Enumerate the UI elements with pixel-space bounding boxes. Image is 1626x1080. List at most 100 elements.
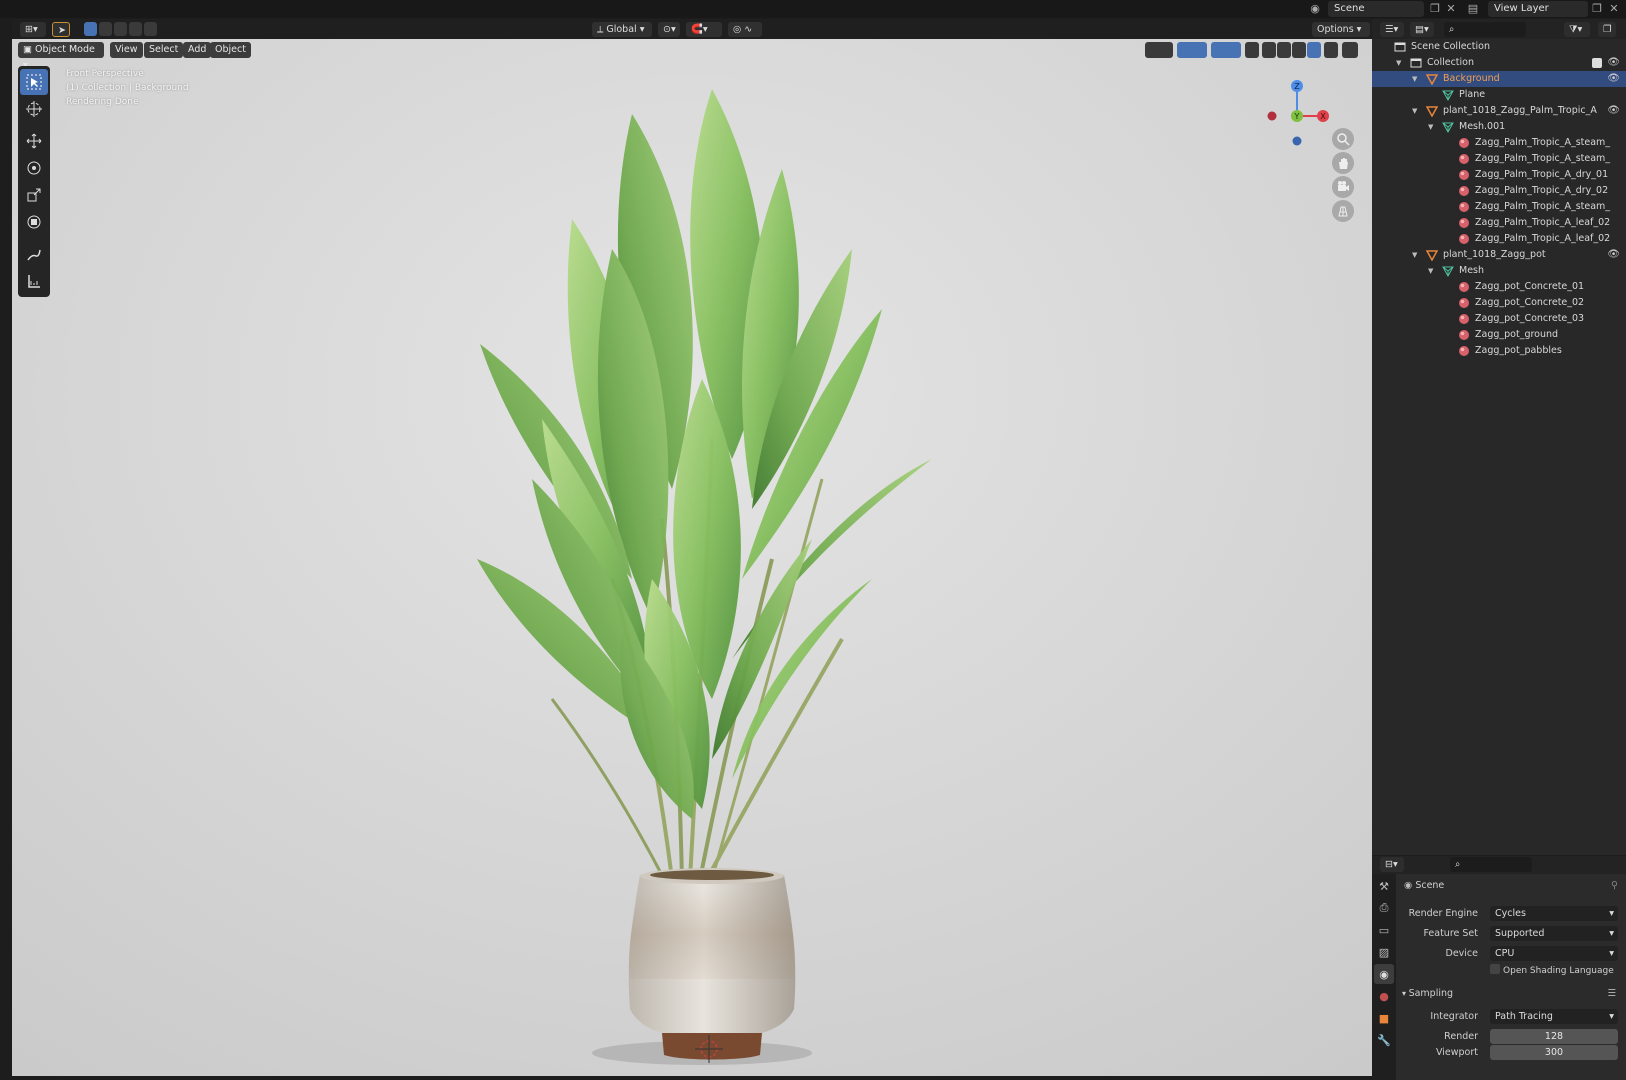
eye-icon[interactable]: 👁: [1607, 71, 1620, 87]
snap-icon[interactable]: 🧲▾: [686, 22, 722, 37]
outliner-row[interactable]: Zagg_Palm_Tropic_A_dry_02: [1372, 183, 1626, 199]
outliner-row[interactable]: Zagg_Palm_Tropic_A_steam_: [1372, 135, 1626, 151]
device-dropdown[interactable]: CPU ▾: [1490, 946, 1618, 961]
gizmo-neg-x-axis[interactable]: [1267, 111, 1277, 121]
render-engine-dropdown[interactable]: Cycles ▾: [1490, 906, 1618, 921]
transform-orientation-dropdown[interactable]: ⟂ Global ▾: [592, 22, 652, 37]
outliner-row[interactable]: Scene Collection: [1372, 39, 1626, 55]
shading-material-icon[interactable]: [1292, 42, 1306, 58]
outliner-editor-type-icon[interactable]: ☰▾: [1380, 22, 1404, 37]
expand-arrow-icon[interactable]: ▼: [1412, 247, 1417, 263]
scene-selector[interactable]: Scene: [1328, 1, 1424, 17]
xray-toggle-icon[interactable]: [1245, 42, 1259, 58]
outliner-row[interactable]: Zagg_pot_Concrete_03: [1372, 311, 1626, 327]
gizmo-toggle-icon[interactable]: [1177, 42, 1207, 58]
select-mode-invert-icon[interactable]: [129, 22, 142, 36]
expand-arrow-icon[interactable]: ▼: [1396, 55, 1401, 71]
pan-hand-icon[interactable]: [1332, 152, 1354, 174]
delete-scene-icon[interactable]: ✕: [1444, 2, 1458, 16]
osl-checkbox[interactable]: [1490, 964, 1500, 974]
outliner-row[interactable]: Zagg_Palm_Tropic_A_steam_: [1372, 151, 1626, 167]
select-tool-icon[interactable]: ➤: [52, 22, 70, 37]
tool-annotate[interactable]: [20, 241, 48, 267]
outliner-row[interactable]: ▼ Background 👁: [1372, 71, 1626, 87]
options-dropdown[interactable]: Options ▾: [1312, 22, 1370, 37]
outliner-row[interactable]: Zagg_Palm_Tropic_A_steam_: [1372, 199, 1626, 215]
outliner-row[interactable]: ▼ plant_1018_Zagg_pot 👁: [1372, 247, 1626, 263]
zoom-icon[interactable]: [1332, 128, 1354, 150]
tool-move[interactable]: [20, 128, 48, 154]
sampling-panel-header[interactable]: ▾ Sampling ☰: [1402, 986, 1622, 1002]
expand-arrow-icon[interactable]: ▼: [1428, 119, 1433, 135]
feature-set-dropdown[interactable]: Supported ▾: [1490, 926, 1618, 941]
menu-add[interactable]: Add: [183, 42, 212, 58]
pause-render-icon[interactable]: [1342, 42, 1358, 58]
new-scene-icon[interactable]: ❐: [1428, 2, 1442, 16]
outliner-search-input[interactable]: ⌕: [1444, 22, 1526, 37]
presets-list-icon[interactable]: ☰: [1607, 986, 1616, 1002]
tab-tool[interactable]: ⚒: [1374, 876, 1394, 896]
tool-cursor[interactable]: [20, 96, 48, 122]
outliner-row[interactable]: Zagg_pot_ground: [1372, 327, 1626, 343]
tab-scene[interactable]: ◉: [1374, 964, 1394, 984]
select-mode-new-icon[interactable]: [84, 22, 97, 36]
perspective-toggle-icon[interactable]: [1332, 200, 1354, 222]
viewport-samples-field[interactable]: 300: [1490, 1045, 1618, 1060]
menu-object[interactable]: Object: [210, 42, 251, 58]
proportional-edit-icon[interactable]: ◎ ∿: [728, 22, 762, 37]
outliner-row[interactable]: Zagg_pot_pabbles: [1372, 343, 1626, 359]
exclude-checkbox[interactable]: [1592, 58, 1602, 68]
outliner-row[interactable]: ▼ plant_1018_Zagg_Palm_Tropic_A 👁: [1372, 103, 1626, 119]
shading-wireframe-icon[interactable]: [1262, 42, 1276, 58]
navigation-gizmo[interactable]: Z X Y: [1262, 66, 1332, 146]
expand-arrow-icon[interactable]: ▼: [1428, 263, 1433, 279]
new-view-layer-icon[interactable]: ❐: [1590, 2, 1604, 16]
outliner-row[interactable]: Zagg_Palm_Tropic_A_dry_01: [1372, 167, 1626, 183]
eye-icon[interactable]: 👁: [1607, 247, 1620, 263]
select-mode-subtract-icon[interactable]: [114, 22, 127, 36]
shading-options-icon[interactable]: [1324, 42, 1338, 58]
render-samples-field[interactable]: 128: [1490, 1029, 1618, 1044]
view-layer-selector[interactable]: View Layer: [1488, 1, 1588, 17]
delete-view-layer-icon[interactable]: ✕: [1607, 2, 1621, 16]
menu-select[interactable]: Select: [144, 42, 184, 58]
tool-transform[interactable]: [20, 209, 48, 235]
expand-arrow-icon[interactable]: ▼: [1412, 71, 1417, 87]
tab-world[interactable]: ●: [1374, 986, 1394, 1006]
tool-rotate[interactable]: [20, 155, 48, 181]
select-mode-extend-icon[interactable]: [99, 22, 112, 36]
pin-icon[interactable]: ⚲: [1611, 878, 1618, 894]
overlay-toggle-icon[interactable]: [1211, 42, 1241, 58]
select-mode-intersect-icon[interactable]: [144, 22, 157, 36]
new-collection-icon[interactable]: ❐: [1598, 22, 1616, 37]
outliner-row[interactable]: ▼ Mesh.001: [1372, 119, 1626, 135]
3d-viewport[interactable]: ⊞▾ ➤ ⟂ Global ▾ ⊙▾ 🧲▾ ◎ ∿ Options ▾ ▣ Ob…: [12, 19, 1372, 1076]
pivot-point-icon[interactable]: ⊙▾: [658, 22, 680, 37]
display-mode-icon[interactable]: ▤▾: [1410, 22, 1434, 37]
shading-solid-icon[interactable]: [1277, 42, 1291, 58]
camera-view-icon[interactable]: [1332, 176, 1354, 198]
outliner-row[interactable]: ▼ Collection 👁: [1372, 55, 1626, 71]
outliner-row[interactable]: Zagg_pot_Concrete_02: [1372, 295, 1626, 311]
outliner-row[interactable]: Zagg_Palm_Tropic_A_leaf_02: [1372, 231, 1626, 247]
eye-icon[interactable]: 👁: [1607, 55, 1620, 71]
outliner-row[interactable]: Zagg_Palm_Tropic_A_leaf_02: [1372, 215, 1626, 231]
properties-search-input[interactable]: ⌕: [1450, 857, 1532, 872]
editor-type-button[interactable]: ⊞▾: [20, 22, 46, 37]
properties-editor-type-icon[interactable]: ⊟▾: [1380, 857, 1404, 872]
filter-icon[interactable]: ⧩▾: [1564, 22, 1590, 37]
tool-scale[interactable]: [20, 182, 48, 208]
eye-icon[interactable]: 👁: [1607, 103, 1620, 119]
shading-rendered-icon[interactable]: [1307, 42, 1321, 58]
mode-selector[interactable]: ▣ Object Mode ▾: [18, 42, 104, 71]
gizmo-neg-z-axis[interactable]: [1292, 136, 1302, 146]
tool-select-box[interactable]: [20, 69, 48, 95]
outliner-row[interactable]: ▼ Mesh: [1372, 263, 1626, 279]
expand-arrow-icon[interactable]: ▼: [1412, 103, 1417, 119]
outliner-row[interactable]: Zagg_pot_Concrete_01: [1372, 279, 1626, 295]
menu-view[interactable]: View: [110, 42, 143, 58]
visibility-filter-icon[interactable]: [1145, 42, 1173, 58]
integrator-dropdown[interactable]: Path Tracing ▾: [1490, 1009, 1618, 1024]
tool-measure[interactable]: [20, 268, 48, 294]
outliner-row[interactable]: Plane: [1372, 87, 1626, 103]
